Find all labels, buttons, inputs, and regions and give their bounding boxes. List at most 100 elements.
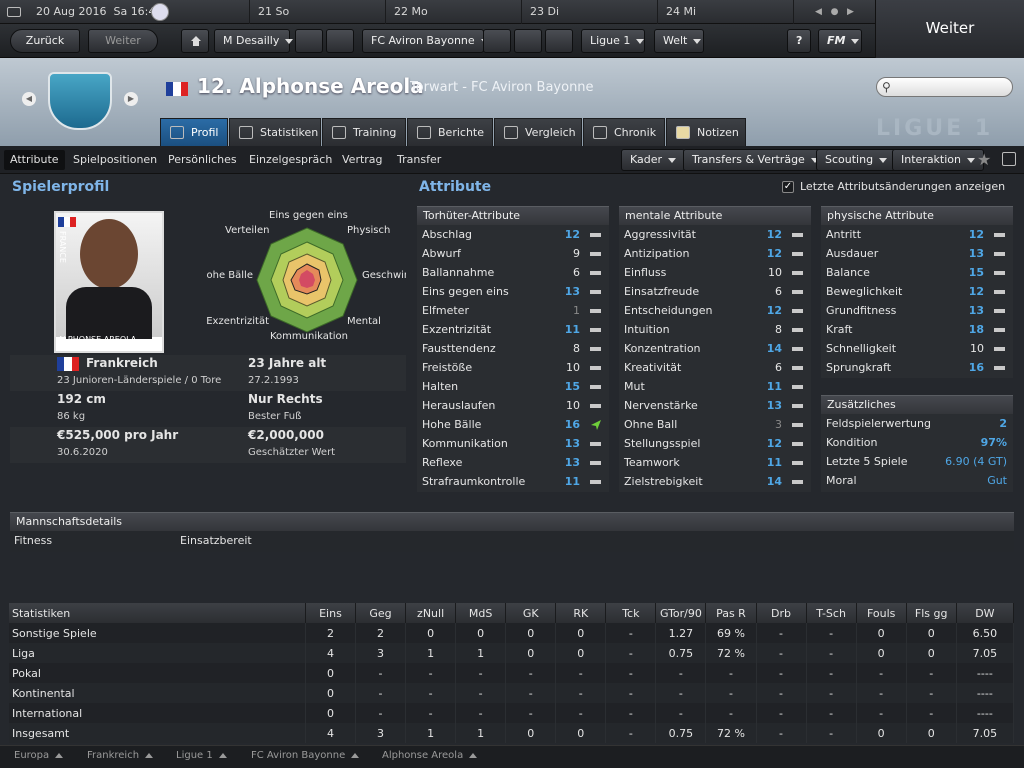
attribute-value: 12 <box>766 247 782 260</box>
column-header[interactable]: GTor/90 <box>655 603 707 623</box>
subnav-attribute[interactable]: Attribute <box>4 150 65 170</box>
interaction-menu[interactable]: Interaktion <box>892 149 985 171</box>
tab-berichte[interactable]: Berichte <box>407 118 493 146</box>
tab-notizen[interactable]: Notizen <box>666 118 746 146</box>
attribute-name: Einsatzfreude <box>624 285 700 298</box>
scouting-menu[interactable]: Scouting <box>816 149 897 171</box>
calendar-icon[interactable] <box>514 29 542 53</box>
breadcrumb-item[interactable]: Europa <box>14 750 63 761</box>
subnav-transfer[interactable]: Transfer <box>391 150 447 170</box>
attribute-name: Antizipation <box>624 247 690 260</box>
wage: €525,000 pro Jahr <box>57 428 179 442</box>
statistics-header-row: Statistiken Eins Geg zNull MdS GK RK Tck GTor/90… <box>9 603 1015 623</box>
manager-dropdown[interactable]: M Desailly <box>214 29 290 53</box>
calendar-day[interactable]: 22 Mo <box>385 0 521 24</box>
table-cell: 1 <box>405 723 457 743</box>
prev-arrow-icon[interactable]: ◀ <box>815 7 822 17</box>
column-header[interactable]: Eins <box>305 603 357 623</box>
scouting-binoculars-icon[interactable] <box>545 29 573 53</box>
continue-button[interactable]: Weiter <box>875 0 1024 58</box>
column-header[interactable]: Tck <box>605 603 657 623</box>
player-name: 12. Alphonse Areola <box>197 74 424 98</box>
table-cell: - <box>355 683 407 703</box>
column-header[interactable]: Pas R <box>705 603 757 623</box>
table-cell: 1 <box>455 643 507 663</box>
breadcrumb-item[interactable]: FC Aviron Bayonne <box>251 750 359 761</box>
table-cell: - <box>756 723 807 743</box>
attribute-trend-icon <box>792 309 803 313</box>
column-header[interactable]: MdS <box>455 603 507 623</box>
table-cell: - <box>806 703 857 723</box>
column-header[interactable]: Geg <box>355 603 407 623</box>
attribute-value: 1 <box>573 304 580 317</box>
breadcrumb-item[interactable]: Frankreich <box>87 750 153 761</box>
table-cell: 2 <box>305 623 357 643</box>
world-dropdown[interactable]: Welt <box>654 29 704 53</box>
subnav-spielpositionen[interactable]: Spielpositionen <box>67 150 163 170</box>
back-button[interactable]: Zurück <box>10 29 80 53</box>
table-cell: 1 <box>405 643 457 663</box>
tab-label: Notizen <box>697 126 739 139</box>
fm-menu[interactable]: FM <box>818 29 862 53</box>
star-icon[interactable]: ★ <box>977 150 991 169</box>
show-changes-checkbox[interactable]: ✓ <box>782 181 794 193</box>
column-header[interactable]: RK <box>555 603 607 623</box>
next-player-icon[interactable]: ▶ <box>124 92 138 106</box>
inbox-icon[interactable] <box>295 29 323 53</box>
help-button[interactable]: ? <box>787 29 811 53</box>
keyboard-icon[interactable] <box>0 0 28 24</box>
player-subtitle: Torwart - FC Aviron Bayonne <box>410 80 594 95</box>
calendar-day[interactable]: 23 Di <box>521 0 657 24</box>
attribute-value: 13 <box>564 456 580 469</box>
subnav-vertrag[interactable]: Vertrag <box>336 150 389 170</box>
row-label: Pokal <box>9 663 306 683</box>
league-dropdown[interactable]: Ligue 1 <box>581 29 645 53</box>
column-header[interactable]: Fls gg <box>906 603 957 623</box>
notepad-icon[interactable] <box>1002 152 1016 166</box>
column-header[interactable]: Statistiken <box>9 603 306 623</box>
column-header[interactable]: Drb <box>756 603 807 623</box>
prev-player-icon[interactable]: ◀ <box>22 92 36 106</box>
attribute-trend-icon <box>590 347 601 351</box>
column-header[interactable]: DW <box>956 603 1015 623</box>
column-header[interactable]: zNull <box>405 603 457 623</box>
attribute-trend-icon <box>994 366 1005 370</box>
subnav-persoenliches[interactable]: Persönliches <box>162 150 243 170</box>
subnav-einzelgespraech[interactable]: Einzelgespräch <box>243 150 338 170</box>
attribute-trend-icon <box>792 366 803 370</box>
calendar-day[interactable]: 24 Mi <box>657 0 793 24</box>
attribute-trend-icon <box>994 271 1005 275</box>
tab-training[interactable]: Training <box>322 118 406 146</box>
column-header[interactable]: GK <box>505 603 557 623</box>
tab-chronik[interactable]: Chronik <box>583 118 665 146</box>
squad-menu[interactable]: Kader <box>621 149 686 171</box>
breadcrumb-item[interactable]: Ligue 1 <box>176 750 227 761</box>
search-input[interactable] <box>876 77 1013 97</box>
club-dropdown[interactable]: FC Aviron Bayonne <box>362 29 484 53</box>
tab-statistiken[interactable]: Statistiken <box>229 118 321 146</box>
calendar-day[interactable]: 21 So <box>249 0 385 24</box>
transfers-menu[interactable]: Transfers & Verträge <box>683 149 828 171</box>
home-icon[interactable] <box>181 29 209 53</box>
briefcase-icon[interactable] <box>326 29 354 53</box>
profile-icon <box>170 126 184 139</box>
attribute-name: Intuition <box>624 323 670 336</box>
attribute-trend-icon <box>792 271 803 275</box>
photo-flag-text: FRANCE <box>58 231 67 263</box>
transfers-menu-label: Transfers & Verträge <box>692 153 805 166</box>
column-header[interactable]: T-Sch <box>806 603 857 623</box>
market-value-label: Geschätzter Wert <box>248 447 336 458</box>
next-arrow-icon[interactable]: ▶ <box>847 7 854 17</box>
breadcrumb-item[interactable]: Alphonse Areola <box>382 750 477 761</box>
calendar-scroll[interactable]: ◀ ● ▶ <box>793 0 875 24</box>
column-header[interactable]: Fouls <box>856 603 907 623</box>
tab-profil[interactable]: Profil <box>160 118 228 146</box>
club-crest-icon <box>48 72 112 130</box>
attribute-value: 12 <box>766 304 782 317</box>
attribute-row: Schnelligkeit 10 <box>821 339 1013 358</box>
forward-button[interactable]: Weiter <box>88 29 158 53</box>
attribute-name: Ausdauer <box>826 247 879 260</box>
dot-icon: ● <box>830 7 839 17</box>
tactics-icon[interactable] <box>483 29 511 53</box>
tab-vergleich[interactable]: Vergleich <box>494 118 582 146</box>
